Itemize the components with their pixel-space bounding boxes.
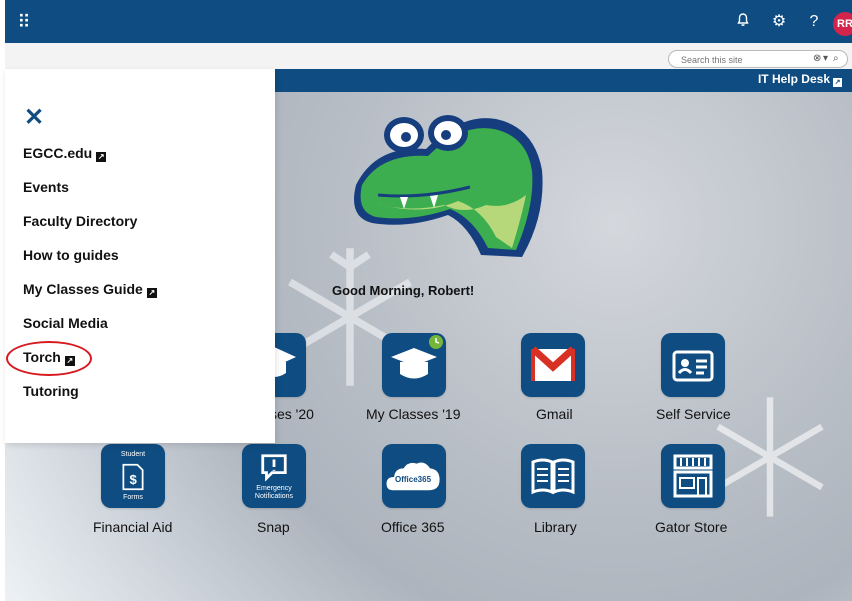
financial-aid-label[interactable]: Financial Aid xyxy=(93,519,172,535)
office-365-label[interactable]: Office 365 xyxy=(381,519,445,535)
alert-notification-icon: Emergency Notifications xyxy=(242,446,306,506)
greeting-text: Good Morning, Robert! xyxy=(332,283,475,298)
nav-item-label: EGCC.edu xyxy=(23,145,93,161)
app-launcher-icon[interactable]: ⠿ xyxy=(13,12,35,32)
external-link-icon: ↗ xyxy=(146,288,157,298)
nav-item-social-media[interactable]: Social Media xyxy=(23,315,108,331)
exclamation-bubble-icon xyxy=(261,454,287,482)
external-link-icon: ↗ xyxy=(833,78,842,87)
office-365-cloud-icon: Office365 xyxy=(382,444,446,508)
it-help-desk-link[interactable]: IT Help Desk ↗ xyxy=(758,72,842,87)
office365-text: Office365 xyxy=(395,475,432,484)
nav-item-how-to-guides[interactable]: How to guides xyxy=(23,247,119,263)
nav-item-egcc-edu[interactable]: EGCC.edu ↗ xyxy=(23,145,107,162)
gear-icon[interactable]: ⚙ xyxy=(769,12,789,32)
library-label[interactable]: Library xyxy=(534,519,577,535)
gator-store-label[interactable]: Gator Store xyxy=(655,519,727,535)
document-dollar-icon: $ xyxy=(122,463,144,491)
svg-text:$: $ xyxy=(130,472,138,487)
graduation-cap-clock-icon xyxy=(391,335,443,379)
clear-search-icon[interactable]: ⊗ xyxy=(813,51,821,67)
nav-item-events[interactable]: Events xyxy=(23,179,69,195)
search-input[interactable] xyxy=(679,52,787,68)
navigation-drawer: ✕ EGCC.edu ↗ Events Faculty Directory How… xyxy=(5,69,275,443)
financial-aid-forms-icon: Student $ Forms xyxy=(101,446,165,506)
book-icon xyxy=(531,458,575,495)
snap-label[interactable]: Snap xyxy=(257,519,290,535)
external-link-icon: ↗ xyxy=(96,152,107,162)
avatar[interactable]: RR xyxy=(833,12,852,36)
gmail-label[interactable]: Gmail xyxy=(536,406,573,422)
nav-item-faculty-directory[interactable]: Faculty Directory xyxy=(23,213,137,229)
nav-item-label: My Classes Guide xyxy=(23,281,143,297)
external-link-icon: ↗ xyxy=(64,356,75,366)
id-card-icon xyxy=(672,350,714,382)
search-box: ⊗ ▾ ⌕ xyxy=(668,50,848,68)
help-icon[interactable]: ? xyxy=(804,12,824,32)
self-service-label[interactable]: Self Service xyxy=(656,406,731,422)
nav-item-my-classes-guide[interactable]: My Classes Guide ↗ xyxy=(23,281,157,298)
scope-dropdown-icon[interactable]: ▾ xyxy=(823,51,828,67)
nav-item-torch[interactable]: Torch ↗ xyxy=(23,349,75,366)
nav-item-label: Torch xyxy=(23,349,61,365)
close-icon[interactable]: ✕ xyxy=(24,106,44,130)
gmail-envelope-icon xyxy=(530,346,576,381)
emergency-notifications-text: Emergency Notifications xyxy=(254,485,294,500)
top-nav-bar: ⠿ ⚙ ? RR xyxy=(5,0,852,43)
search-icon[interactable]: ⌕ xyxy=(833,51,839,67)
my-classes-19-label[interactable]: My Classes '19 xyxy=(366,406,460,422)
gator-mascot xyxy=(354,115,543,257)
bell-icon[interactable] xyxy=(733,12,753,32)
store-icon xyxy=(673,454,713,498)
forms-text: Forms xyxy=(123,494,143,501)
student-text: Student xyxy=(120,451,146,458)
nav-item-tutoring[interactable]: Tutoring xyxy=(23,383,79,399)
it-help-desk-label: IT Help Desk xyxy=(757,72,830,86)
